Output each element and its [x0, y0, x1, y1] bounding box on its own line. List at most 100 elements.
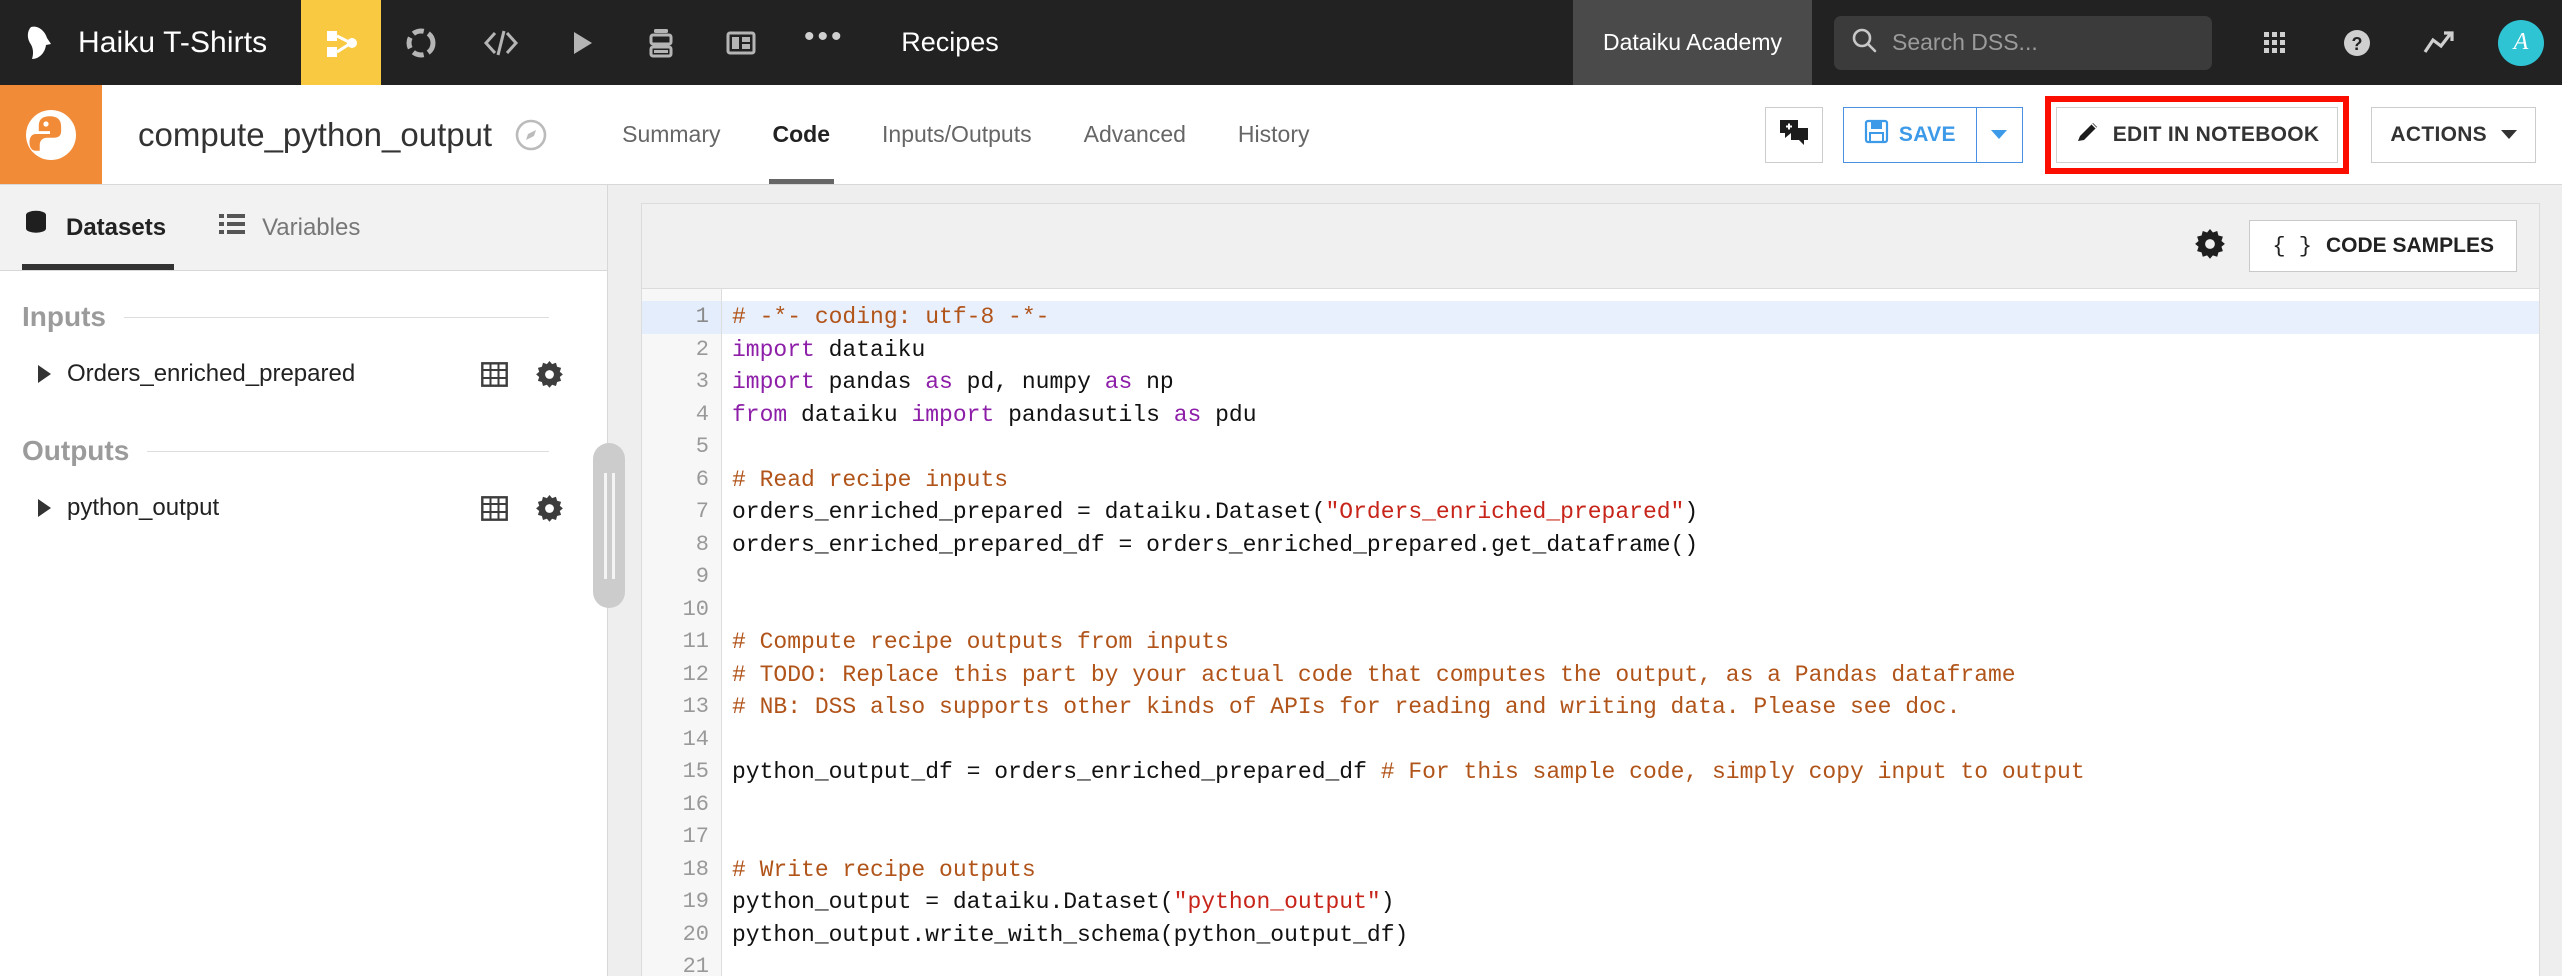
academy-chip[interactable]: Dataiku Academy: [1573, 0, 1812, 85]
section-divider: [124, 316, 549, 318]
search-box[interactable]: [1834, 15, 2212, 70]
code-editor[interactable]: 1 2 3 4 5 6 7 8 9 10 11 12 13 14 15 16 17 18 19 20 21 # -*- …: [641, 289, 2540, 976]
tab-summary[interactable]: Summary: [596, 85, 746, 184]
nav-section-title: Recipes: [901, 27, 999, 57]
search-input[interactable]: [1892, 29, 2196, 56]
apps-grid-icon[interactable]: [2234, 0, 2316, 85]
gear-icon[interactable]: [536, 494, 563, 522]
line-number: 12: [682, 661, 709, 687]
dataiku-bird-logo[interactable]: [0, 0, 78, 85]
line-number: 15: [682, 759, 709, 784]
tab-advanced[interactable]: Advanced: [1058, 85, 1212, 184]
code-line[interactable]: import pandas as pd, numpy as np: [722, 366, 2539, 399]
code-token: # Write recipe outputs: [732, 856, 1036, 883]
code-token: orders_enriched_prepared_df = orders_enr…: [732, 531, 1699, 558]
lab-icon[interactable]: [381, 0, 461, 85]
code-samples-label: CODE SAMPLES: [2325, 234, 2494, 257]
activity-trend-icon[interactable]: [2398, 0, 2480, 85]
code-line[interactable]: # Compute recipe outputs from inputs: [722, 626, 2539, 659]
dataset-name: Orders_enriched_prepared: [67, 360, 356, 387]
save-dropdown-button[interactable]: [1976, 106, 2023, 163]
recipe-actions-group: SAVE EDIT IN NOTEBOOK ACTIONS: [1764, 85, 2562, 184]
code-line[interactable]: [722, 431, 2539, 464]
avatar-initial: A: [2498, 19, 2544, 66]
gear-icon[interactable]: [536, 360, 563, 388]
code-line[interactable]: # TODO: Replace this part by your actual…: [722, 659, 2539, 692]
code-line[interactable]: # NB: DSS also supports other kinds of A…: [722, 691, 2539, 724]
top-nav-left-group: Haiku T-Shirts ••• Recipes: [0, 0, 999, 85]
svg-text:?: ?: [2352, 34, 2363, 54]
table-grid-icon[interactable]: [481, 361, 508, 387]
code-token: # TODO: Replace this part by your actual…: [732, 661, 2016, 688]
code-editor-panel: { } CODE SAMPLES 1 2 3 4 5 6 7 8 9 10 11 12 13 14 15 16…: [608, 185, 2562, 976]
save-button[interactable]: SAVE: [1842, 106, 1977, 163]
code-line[interactable]: [722, 951, 2539, 976]
code-line[interactable]: # Read recipe inputs: [722, 464, 2539, 497]
panel-resize-handle[interactable]: [593, 443, 625, 608]
chevron-down-icon: [1991, 130, 2008, 139]
code-token: # NB: DSS also supports other kinds of A…: [732, 694, 1961, 720]
flow-icon[interactable]: [301, 0, 382, 85]
code-line[interactable]: from dataiku import pandasutils as pdu: [722, 399, 2539, 432]
tab-code[interactable]: Code: [747, 85, 857, 184]
code-line[interactable]: [722, 561, 2539, 594]
code-line[interactable]: [722, 594, 2539, 627]
code-line[interactable]: # Write recipe outputs: [722, 854, 2539, 887]
pencil-icon: [2075, 119, 2101, 151]
code-line[interactable]: [722, 821, 2539, 854]
code-token: import: [732, 336, 815, 363]
sidebar-tab-variables[interactable]: Variables: [192, 185, 386, 270]
code-line[interactable]: orders_enriched_prepared_df = orders_enr…: [722, 529, 2539, 562]
project-name[interactable]: Haiku T-Shirts: [78, 0, 301, 85]
line-number: 18: [682, 856, 709, 882]
inputs-section-header: Inputs: [0, 301, 607, 333]
database-icon: [22, 209, 50, 246]
code-content[interactable]: # -*- coding: utf-8 -*- import dataiku imp…: [722, 289, 2539, 976]
code-token: orders_enriched_prepared = dataiku.Datas…: [732, 499, 1326, 525]
caret-right-icon[interactable]: [38, 499, 51, 517]
code-line[interactable]: orders_enriched_prepared = dataiku.Datas…: [722, 496, 2539, 529]
code-token: ): [1684, 499, 1699, 525]
more-menu-icon[interactable]: •••: [781, 0, 867, 85]
code-line[interactable]: python_output_df = orders_enriched_prepa…: [722, 756, 2539, 789]
line-number: 4: [695, 401, 709, 427]
dashboard-icon[interactable]: [701, 0, 781, 85]
code-line[interactable]: python_output.write_with_schema(python_o…: [722, 919, 2539, 952]
tab-history[interactable]: History: [1212, 85, 1336, 184]
table-grid-icon[interactable]: [481, 495, 508, 521]
code-token: "python_output": [1173, 889, 1381, 915]
main-body: Datasets Variables Inputs Orders_enriche…: [0, 185, 2562, 976]
code-line[interactable]: import dataiku: [722, 334, 2539, 367]
code-token: # -*- coding: utf-8 -*-: [732, 304, 1050, 330]
actions-button[interactable]: ACTIONS: [2371, 106, 2536, 163]
code-line[interactable]: [722, 724, 2539, 757]
edit-in-notebook-button[interactable]: EDIT IN NOTEBOOK: [2055, 106, 2339, 163]
code-samples-button[interactable]: { } CODE SAMPLES: [2249, 220, 2517, 272]
list-item[interactable]: python_output: [0, 477, 607, 539]
tab-inputs-outputs[interactable]: Inputs/Outputs: [856, 85, 1058, 184]
avatar[interactable]: A: [2480, 0, 2562, 85]
deploy-stack-icon[interactable]: [621, 0, 701, 85]
list-item[interactable]: Orders_enriched_prepared: [0, 343, 607, 405]
sidebar-tab-datasets[interactable]: Datasets: [0, 185, 192, 270]
zone-compass-badge[interactable]: [492, 85, 548, 184]
recipe-header-bar: compute_python_output Summary Code Input…: [0, 85, 2562, 185]
braces-icon: { }: [2272, 233, 2312, 259]
gear-icon[interactable]: [2195, 228, 2226, 264]
code-line[interactable]: # -*- coding: utf-8 -*-: [722, 301, 2539, 334]
code-line[interactable]: python_output = dataiku.Dataset("python_…: [722, 886, 2539, 919]
code-icon[interactable]: [461, 0, 541, 85]
zone-compass-icon: [515, 119, 547, 150]
code-line[interactable]: [722, 789, 2539, 822]
line-number: 3: [695, 369, 709, 394]
help-question-icon[interactable]: ?: [2316, 0, 2398, 85]
jobs-play-icon[interactable]: [541, 0, 621, 85]
discussions-button[interactable]: [1764, 106, 1823, 163]
edit-in-notebook-highlight: EDIT IN NOTEBOOK: [2044, 95, 2350, 174]
sidebar-tabs: Datasets Variables: [0, 185, 607, 271]
caret-right-icon[interactable]: [38, 365, 51, 383]
actions-label: ACTIONS: [2390, 122, 2487, 146]
code-token: # Read recipe inputs: [732, 466, 1009, 493]
code-token: from: [732, 401, 788, 428]
code-token: pandasutils: [994, 401, 1174, 428]
